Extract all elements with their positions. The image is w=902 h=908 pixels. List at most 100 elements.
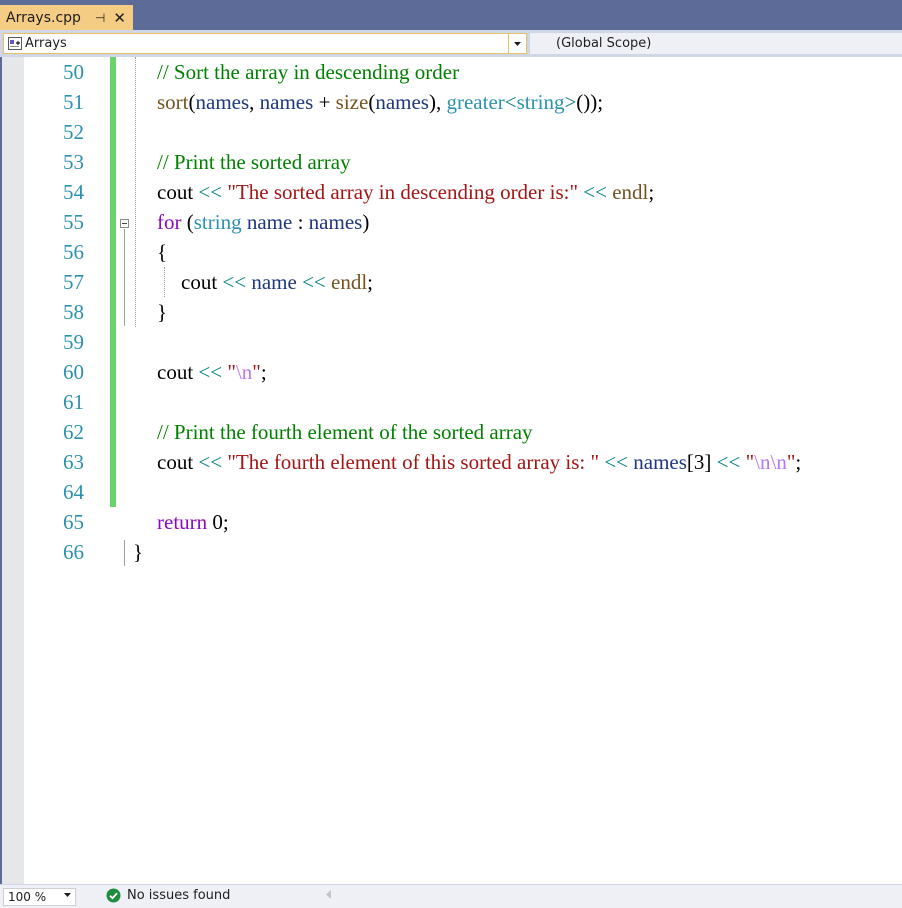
code-line[interactable]: 66}	[2, 537, 902, 567]
code-line[interactable]: 56 {	[2, 237, 902, 267]
code-token: // Print the fourth element of the sorte…	[157, 420, 533, 444]
line-number: 54	[63, 180, 84, 204]
code-token: <<	[193, 450, 228, 474]
line-number: 60	[63, 360, 84, 384]
code-line[interactable]: 63 cout << "The fourth element of this so…	[2, 447, 902, 477]
code-token: >	[564, 90, 577, 114]
code-token: sort	[157, 90, 189, 114]
code-token: names	[375, 90, 429, 114]
code-token: ;	[648, 180, 655, 204]
status-bar: 100 % No issues found	[0, 884, 902, 908]
code-token: // Sort the array in descending order	[157, 60, 460, 84]
code-text: cout << "\n";	[157, 357, 267, 387]
code-token: endl	[331, 270, 368, 294]
line-number: 53	[63, 150, 84, 174]
zoom-level: 100 %	[8, 890, 47, 904]
code-text: return 0;	[157, 507, 229, 537]
zoom-dropdown[interactable]: 100 %	[3, 888, 76, 906]
code-token: ;	[795, 450, 802, 474]
close-icon[interactable]: ✕	[113, 9, 126, 27]
cpp-file-icon	[8, 37, 22, 50]
scope-label: (Global Scope)	[556, 36, 652, 51]
line-number: 65	[63, 510, 84, 534]
code-editor[interactable]: 50// Sort the array in descending order 5…	[2, 57, 902, 884]
chevron-down-icon[interactable]	[508, 34, 526, 53]
code-line[interactable]: 50 // Sort the array in descending order	[2, 57, 902, 87]
project-dropdown[interactable]: Arrays	[3, 33, 527, 54]
code-token: :	[292, 210, 309, 234]
code-line[interactable]: 57 cout << name << endl;	[2, 267, 902, 297]
code-line[interactable]: 58}	[2, 297, 902, 327]
code-token: name	[251, 270, 297, 294]
code-token: <<	[296, 270, 332, 294]
code-line[interactable]: 51 sort(names, names + size(names), great…	[2, 87, 902, 117]
navigation-bar: Arrays (Global Scope)	[0, 30, 902, 57]
tab-title: Arrays.cpp	[6, 9, 81, 26]
code-token: <	[504, 90, 517, 114]
code-token: string	[193, 210, 242, 234]
code-token: ,	[249, 90, 260, 114]
code-text: }	[157, 297, 167, 327]
code-text: sort(names, names + size(names), greater…	[157, 87, 603, 117]
code-text: for (string name : names)	[157, 207, 369, 237]
line-number: 51	[63, 90, 84, 114]
line-number: 56	[63, 240, 84, 264]
code-line[interactable]: 55 for (string name : names)	[2, 207, 902, 237]
code-line[interactable]: 62 // Print the fourth element of the sor…	[2, 417, 902, 447]
code-token: +	[313, 90, 336, 114]
scroll-left-icon[interactable]	[326, 890, 331, 899]
code-line[interactable]: 64	[2, 477, 902, 507]
code-line[interactable]: 65 return 0;	[2, 507, 902, 537]
code-token: \n	[235, 360, 253, 384]
code-text: cout << "The fourth element of this sort…	[157, 447, 801, 477]
pin-icon[interactable]: ⊣	[95, 11, 105, 25]
code-text: // Print the fourth element of the sorte…	[157, 417, 533, 447]
code-token: <<	[578, 180, 613, 204]
tab-strip: Arrays.cpp ⊣ ✕	[0, 0, 902, 30]
code-token: cout	[181, 270, 218, 294]
code-token: <<	[599, 450, 634, 474]
line-number: 58	[63, 300, 84, 324]
code-token: cout	[157, 360, 194, 384]
code-token: cout	[157, 180, 194, 204]
chevron-down-icon	[64, 893, 71, 897]
line-number: 62	[63, 420, 84, 444]
line-number: 50	[63, 60, 84, 84]
code-token: "The sorted array in descending order is…	[227, 180, 579, 204]
code-line[interactable]: 61	[2, 387, 902, 417]
code-token: (	[188, 90, 196, 114]
project-name: Arrays	[25, 36, 67, 51]
line-number: 61	[63, 390, 84, 414]
tab-arrays-cpp[interactable]: Arrays.cpp ⊣ ✕	[0, 5, 133, 30]
code-token: \n\n	[754, 450, 787, 474]
line-number: 57	[63, 270, 84, 294]
code-token: string	[516, 90, 565, 114]
code-token: "	[227, 360, 236, 384]
code-text: }	[133, 537, 143, 567]
code-token: <<	[193, 180, 228, 204]
code-line[interactable]: 53 // Print the sorted array	[2, 147, 902, 177]
code-token: ),	[428, 90, 447, 114]
code-token: <<	[711, 450, 746, 474]
code-token: "	[745, 450, 755, 474]
issues-indicator[interactable]: No issues found	[106, 888, 230, 903]
issues-text: No issues found	[127, 888, 231, 903]
code-token: size	[335, 90, 369, 114]
line-number: 59	[63, 330, 84, 354]
code-token: 0;	[207, 510, 229, 534]
code-token: names	[308, 210, 363, 234]
line-number: 55	[63, 210, 84, 234]
code-token: )	[362, 210, 370, 234]
code-line[interactable]: 59	[2, 327, 902, 357]
code-token: name	[246, 210, 293, 234]
code-line[interactable]: 60 cout << "\n";	[2, 357, 902, 387]
code-token: for	[157, 210, 182, 234]
scope-dropdown[interactable]: (Global Scope)	[530, 33, 902, 54]
code-token: names	[633, 450, 687, 474]
code-line[interactable]: 52	[2, 117, 902, 147]
code-line[interactable]: 54 cout << "The sorted array in descendin…	[2, 177, 902, 207]
code-token: // Print the sorted array	[157, 150, 351, 174]
code-token: return	[157, 510, 208, 534]
line-number: 64	[63, 480, 84, 504]
code-token: ;	[260, 360, 267, 384]
